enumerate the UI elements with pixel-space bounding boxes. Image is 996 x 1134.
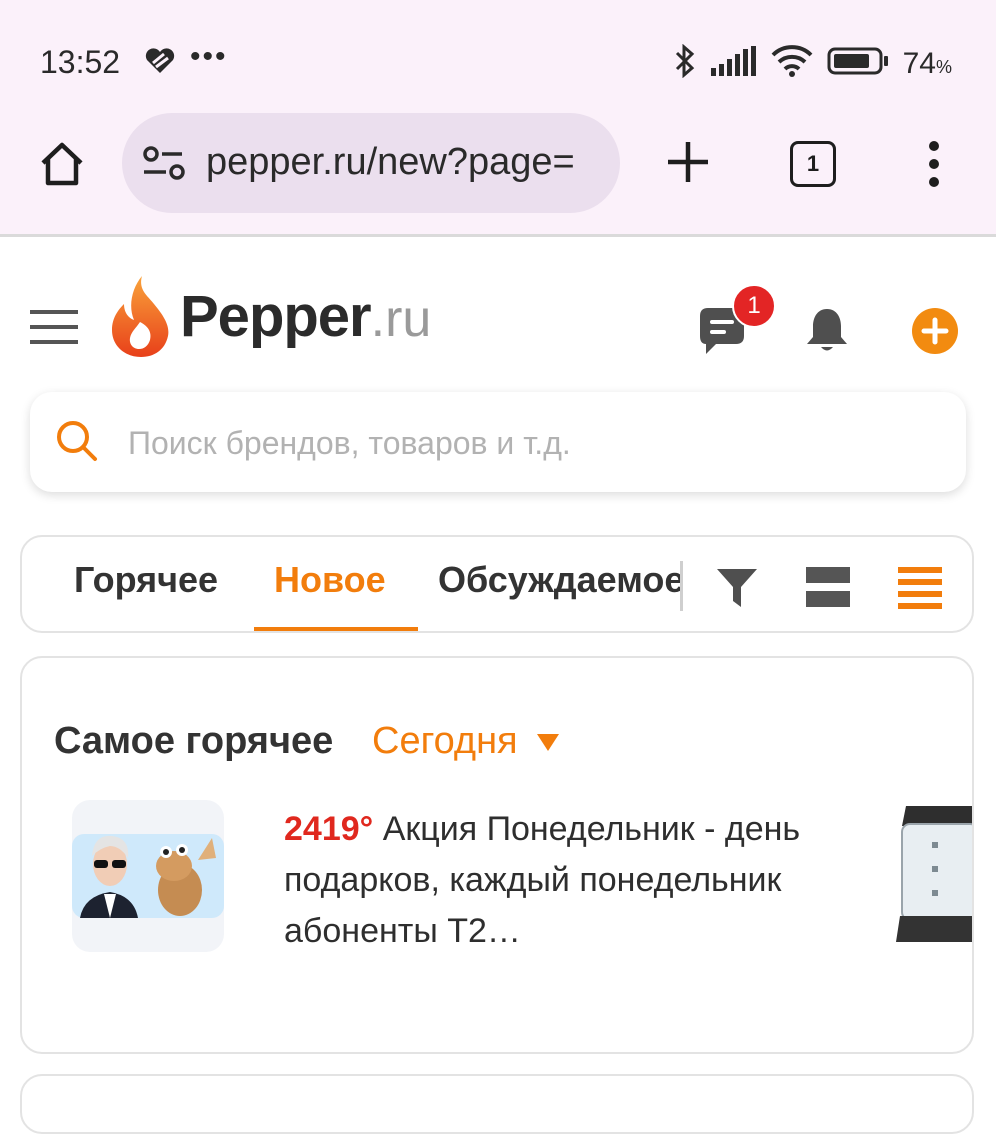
status-time: 13:52	[40, 44, 121, 80]
site-logo[interactable]: Pepper.ru	[108, 274, 431, 358]
search-box[interactable]	[30, 392, 966, 494]
site-settings-icon[interactable]	[142, 145, 188, 186]
plus-icon	[668, 142, 708, 182]
home-icon	[41, 142, 83, 186]
more-vert-icon[interactable]	[916, 140, 952, 188]
url-text[interactable]: pepper.ru/new?page=	[206, 141, 604, 184]
pepper-flame-icon	[112, 276, 169, 357]
battery-icon	[827, 46, 889, 81]
deal-temperature: 2419°	[284, 810, 374, 848]
card-view-icon[interactable]	[806, 567, 850, 609]
deal-image[interactable]	[72, 800, 224, 952]
hamburger-icon[interactable]	[30, 308, 78, 346]
wifi-icon	[771, 45, 813, 82]
search-icon	[54, 418, 100, 469]
tab-hot[interactable]: Горячее	[74, 559, 218, 601]
signal-icon	[710, 46, 757, 81]
active-tab-indicator	[254, 627, 418, 631]
feed-tabs: Горячее Новое Обсуждаемое	[20, 535, 974, 633]
next-deal-image[interactable]	[892, 796, 972, 956]
messages-badge: 1	[732, 284, 776, 328]
more-notifications-icon: •••	[190, 40, 228, 73]
section-title: Самое горячее	[54, 720, 334, 762]
home-button[interactable]	[34, 136, 90, 192]
deal-title[interactable]: 2419° Акция Понедельник - день подарков,…	[284, 804, 804, 957]
bell-icon	[807, 309, 847, 351]
battery-percent: 74%	[902, 46, 952, 80]
bluetooth-icon	[673, 43, 697, 83]
tabs-icon[interactable]: 1	[790, 141, 836, 187]
address-bar[interactable]: pepper.ru/new?page=	[122, 113, 620, 213]
tab-discussed[interactable]: Обсуждаемое	[438, 559, 680, 601]
search-input[interactable]	[126, 392, 930, 494]
status-icons: 74%	[673, 43, 952, 83]
divider	[0, 234, 996, 237]
list-view-icon[interactable]	[898, 567, 942, 609]
add-deal-icon	[921, 317, 949, 345]
period-label: Сегодня	[372, 720, 518, 762]
add-deal-button[interactable]	[912, 308, 958, 354]
tab-new[interactable]: Новое	[274, 559, 386, 601]
filter-icon[interactable]	[716, 567, 758, 609]
notifications-button[interactable]	[804, 306, 850, 354]
next-section	[20, 1074, 974, 1134]
hottest-section: Самое горячее Сегодня 2419° Акция Понеде…	[20, 656, 974, 1054]
heart-icon	[144, 48, 176, 79]
browser-chrome: 13:52 ••• 74% pepper.ru/new?page= 1	[0, 0, 996, 237]
divider	[680, 561, 683, 611]
logo-text: Pepper.ru	[180, 283, 432, 349]
caret-down-icon	[536, 733, 559, 751]
period-dropdown[interactable]: Сегодня	[372, 720, 560, 763]
new-tab-button[interactable]	[662, 136, 714, 188]
status-bar: 13:52 ••• 74%	[0, 0, 996, 110]
